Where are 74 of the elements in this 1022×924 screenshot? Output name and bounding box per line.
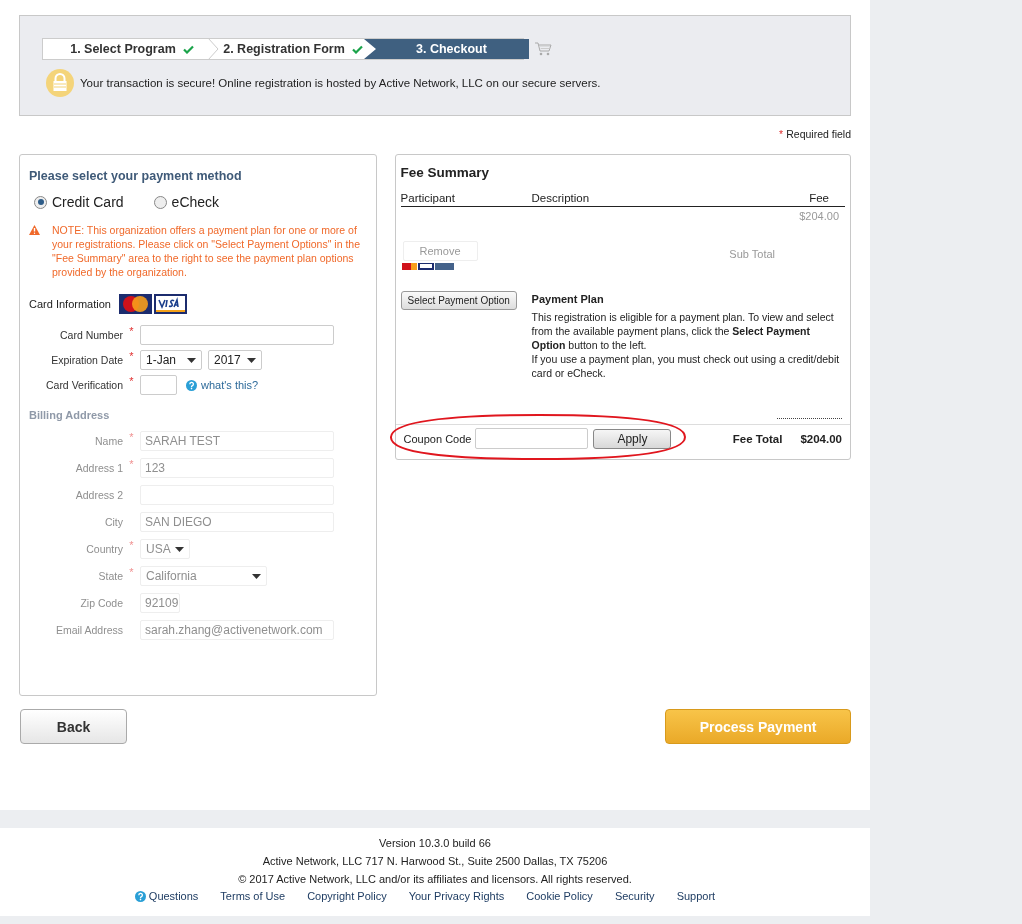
field-label: Expiration Date: [50, 354, 123, 366]
input-field[interactable]: [140, 375, 177, 395]
column-header: Fee: [808, 192, 830, 204]
caret-icon: [175, 546, 184, 552]
back-button[interactable]: Back: [20, 709, 127, 744]
required-mark: *: [128, 350, 135, 362]
footer-link[interactable]: Copyright Policy: [307, 890, 387, 902]
section-title: Billing Address: [29, 409, 111, 421]
section-title: Please select your payment method: [29, 169, 243, 183]
coupon-field[interactable]: [475, 428, 589, 449]
field-label: Card Number: [58, 329, 123, 341]
required-mark: *: [128, 325, 135, 337]
footer-link[interactable]: Questions: [134, 890, 199, 902]
dropdown[interactable]: 1-Jan: [140, 350, 202, 370]
secure-notice: Your transaction is secure! Online registration is hosted by Active Network, LLC on our secure servers.: [80, 77, 601, 89]
lock-icon: [46, 69, 74, 97]
plan-title: Payment Plan: [531, 293, 605, 305]
footer-link[interactable]: Support: [676, 890, 716, 902]
footer-link[interactable]: Your Privacy Rights: [408, 890, 505, 902]
dropdown[interactable]: 2017: [208, 350, 262, 370]
footer-link[interactable]: Security: [614, 890, 655, 902]
payment-plan-note: NOTE: This organization offers a payment plan for one or more of your registrations. Please click on "Select Payment Options" in the "Fee Summary" area to the right to see the payment plan options provided by the organization.: [52, 223, 362, 279]
caret-icon: [247, 357, 256, 363]
field-label: Email Address: [54, 624, 123, 636]
column-header: Participant: [400, 192, 456, 204]
check-icon: [182, 44, 194, 54]
field-label: Zip Code: [79, 597, 123, 609]
field-label: Address 2: [74, 489, 123, 501]
warning-icon: [29, 225, 40, 235]
apply-button[interactable]: Apply: [593, 428, 672, 449]
field-label: City: [103, 516, 123, 528]
required-field-note: Required field: [786, 128, 851, 140]
section-label: Card Information: [29, 298, 111, 310]
plan-description: This registration is eligible for a payment plan. To view and select from the available payment plans, click the Select Payment Option button to the left.: [531, 310, 835, 352]
column-header: Description: [531, 192, 591, 204]
footer-link[interactable]: Cookie Policy: [526, 890, 593, 902]
help-link[interactable]: what's this?: [186, 379, 259, 391]
required-mark: *: [779, 128, 784, 140]
help-icon: [134, 890, 146, 902]
select-payment-option-button[interactable]: Select Payment Option: [400, 291, 517, 310]
step-tab[interactable]: 2. Registration Form: [219, 39, 367, 59]
required-mark: *: [128, 375, 135, 387]
footer-text: © 2017 Active Network, LLC and/or its affiliates and licensors. All rights reserved.: [238, 873, 632, 885]
check-icon: [351, 44, 363, 54]
radio-option[interactable]: eCheck: [153, 194, 220, 210]
step-tab[interactable]: 3. Checkout: [364, 39, 529, 59]
payment-logos-icon: [401, 263, 454, 270]
card-logos-icon: [118, 293, 187, 315]
fee-total-amount: $204.00: [800, 432, 842, 445]
fee-amount: $204.00: [799, 210, 839, 222]
required-mark: *: [128, 566, 135, 578]
field-label: Card Verification: [44, 379, 123, 391]
caret-icon: [252, 573, 261, 579]
footer-text: Active Network, LLC 717 N. Harwood St., Suite 2500 Dallas, TX 75206: [262, 855, 608, 867]
coupon-label: Coupon Code: [403, 432, 472, 445]
footer-link[interactable]: Terms of Use: [220, 890, 286, 902]
panel-title: Fee Summary: [400, 165, 491, 180]
subtotal-label: Sub Total: [729, 248, 775, 260]
step-tab[interactable]: 1. Select Program: [43, 39, 207, 59]
footer-text: Version 10.3.0 build 66: [379, 837, 491, 849]
field-label: Country: [85, 543, 123, 555]
help-icon: [186, 379, 197, 391]
cart-icon: [534, 41, 552, 57]
caret-icon: [187, 357, 196, 363]
input-field[interactable]: [140, 325, 334, 345]
field-label: Name: [94, 435, 123, 447]
field-label: State: [97, 570, 123, 582]
radio-option[interactable]: Credit Card: [34, 194, 124, 210]
field-label: Address 1: [74, 462, 123, 474]
plan-description: If you use a payment plan, you must check out using a credit/debit card or eCheck.: [531, 352, 841, 380]
required-mark: *: [128, 458, 135, 470]
fee-total-label: Fee Total: [732, 432, 783, 445]
required-mark: *: [128, 431, 135, 443]
required-mark: *: [128, 539, 135, 551]
